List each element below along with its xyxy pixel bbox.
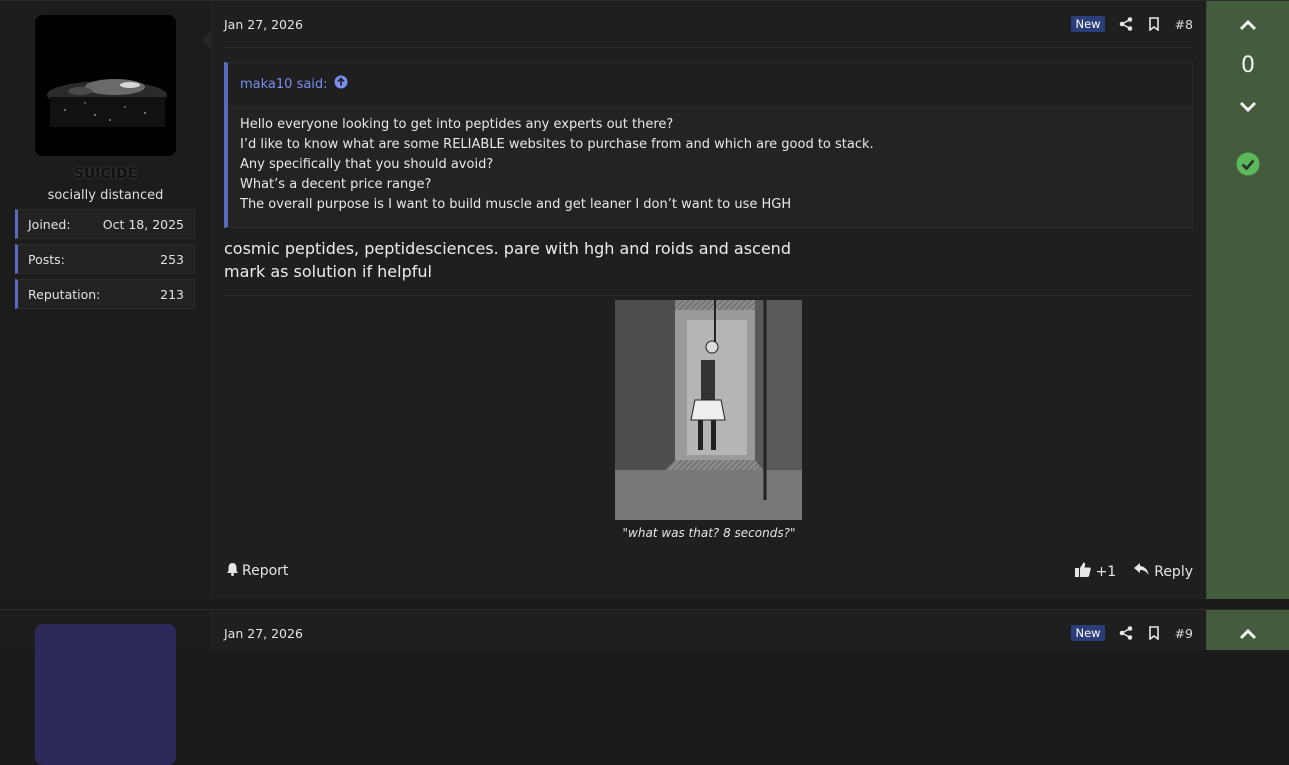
- chevron-down-icon[interactable]: [1239, 97, 1257, 115]
- avatar-image: [35, 15, 176, 156]
- chevron-up-icon[interactable]: [1239, 17, 1257, 35]
- user-title: socially distanced: [47, 188, 164, 203]
- post-main: Jan 27, 2026 New #9: [212, 610, 1206, 650]
- arrow-up-circle-icon[interactable]: [334, 75, 348, 93]
- stat-reputation: Reputation: 213: [15, 279, 195, 309]
- post-date[interactable]: Jan 27, 2026: [224, 17, 303, 32]
- post-header-actions: New #8: [1071, 15, 1193, 33]
- reply-label: Reply: [1154, 563, 1193, 580]
- avatar[interactable]: [35, 624, 176, 765]
- reply-button[interactable]: Reply: [1134, 563, 1193, 580]
- reply-icon: [1134, 563, 1149, 580]
- post-8: SUICIDE socially distanced Joined: Oct 1…: [0, 0, 1289, 599]
- reaction-count[interactable]: +1: [1096, 564, 1117, 580]
- post-arrow-notch: [201, 31, 211, 49]
- user-info-panel: SUICIDE socially distanced Joined: Oct 1…: [0, 1, 212, 599]
- stat-value: 253: [160, 251, 184, 267]
- stat-label: Joined:: [28, 216, 71, 232]
- quote-line: What’s a decent price range?: [240, 177, 432, 192]
- user-info-panel: [0, 610, 212, 765]
- vote-score: 0: [1241, 53, 1255, 78]
- post-9: Jan 27, 2026 New #9: [0, 609, 1289, 765]
- quote-block: maka10 said: Hello everyone looking to g…: [224, 62, 1193, 228]
- stat-posts: Posts: 253: [15, 244, 195, 274]
- quote-header[interactable]: maka10 said:: [228, 63, 1192, 105]
- bookmark-icon[interactable]: [1147, 626, 1161, 640]
- report-label: Report: [242, 563, 289, 579]
- signature-caption: "what was that? 8 seconds?": [622, 526, 796, 540]
- signature-image: [615, 300, 802, 520]
- chevron-up-icon[interactable]: [1239, 626, 1257, 644]
- signature-divider: [224, 295, 1193, 296]
- message-line: mark as solution if helpful: [224, 262, 432, 281]
- stat-label: Reputation:: [28, 286, 101, 302]
- share-icon[interactable]: [1119, 626, 1133, 640]
- report-button[interactable]: Report: [226, 562, 288, 580]
- quote-body: Hello everyone looking to get into pepti…: [228, 105, 1192, 215]
- quote-line: The overall purpose is I want to build m…: [240, 197, 792, 212]
- message-line: cosmic peptides, peptidesciences. pare w…: [224, 239, 791, 258]
- new-badge: New: [1071, 625, 1105, 641]
- bell-icon: [226, 562, 239, 580]
- avatar[interactable]: [35, 15, 176, 156]
- check-circle-icon[interactable]: [1236, 152, 1260, 176]
- quote-line: Any specifically that you should avoid?: [240, 157, 494, 172]
- quote-line: Hello everyone looking to get into pepti…: [240, 117, 674, 132]
- username[interactable]: SUICIDE: [0, 166, 211, 182]
- like-button[interactable]: +1: [1074, 562, 1117, 581]
- stat-value: 213: [160, 286, 184, 302]
- share-icon[interactable]: [1119, 17, 1133, 31]
- post-footer-actions: +1 Reply: [1074, 562, 1193, 581]
- header-divider: [224, 47, 1193, 48]
- vote-panel: 0: [1206, 1, 1289, 599]
- post-number[interactable]: #9: [1175, 626, 1193, 641]
- post-header-actions: New #9: [1071, 624, 1193, 642]
- bookmark-icon[interactable]: [1147, 17, 1161, 31]
- stat-joined: Joined: Oct 18, 2025: [15, 209, 195, 239]
- post-main: Jan 27, 2026 New #8 maka10 said: Hello e…: [212, 1, 1206, 599]
- quote-line: I’d like to know what are some RELIABLE …: [240, 137, 874, 152]
- new-badge: New: [1071, 16, 1105, 32]
- quote-author[interactable]: maka10 said:: [240, 77, 328, 92]
- stat-label: Posts:: [28, 251, 65, 267]
- post-message: cosmic peptides, peptidesciences. pare w…: [224, 237, 791, 283]
- stat-value: Oct 18, 2025: [102, 216, 184, 232]
- post-number[interactable]: #8: [1175, 17, 1193, 32]
- thumbs-up-icon: [1074, 562, 1091, 581]
- vote-panel: [1206, 610, 1289, 650]
